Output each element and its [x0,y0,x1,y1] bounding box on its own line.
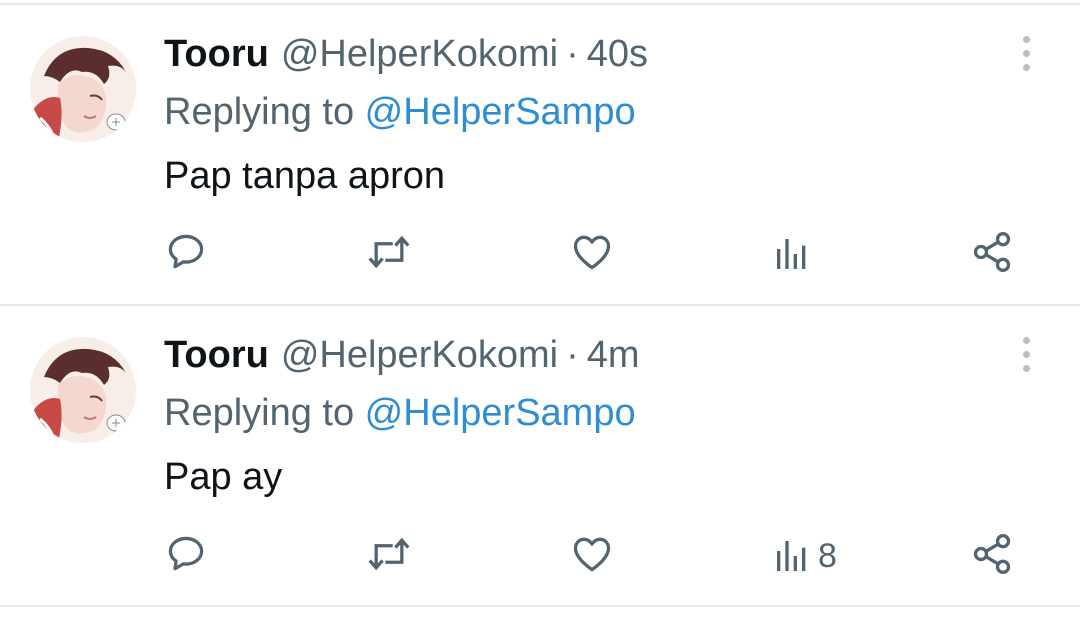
avatar[interactable] [30,337,136,443]
retweet-button[interactable] [364,230,414,274]
display-name[interactable]: Tooru [164,31,269,77]
like-button[interactable] [570,532,614,576]
views-button[interactable] [772,232,818,276]
bottom-divider [0,605,1080,607]
reply-button[interactable] [164,532,208,576]
share-button[interactable] [970,532,1014,576]
vertical-dot [1022,350,1030,358]
replying-to-line: Replying to @HelperSampo [164,89,636,135]
separator-dot: · [566,334,579,376]
speech-bubble-icon [168,234,204,269]
replying-to-mention[interactable]: @HelperSampo [365,91,636,133]
tweet-header: Tooru @HelperKokomi · 4m [164,332,640,378]
tweet-1[interactable]: Tooru @HelperKokomi · 40s Replying to @H… [0,0,1080,300]
views-count: 8 [818,536,837,575]
tweet-2[interactable]: Tooru @HelperKokomi · 4m Replying to @He… [0,302,1080,602]
vertical-dot [1022,364,1030,372]
reply-button[interactable] [164,230,208,274]
views-button[interactable]: 8 [772,534,837,578]
share-nodes-icon [973,232,1011,272]
replying-to-line: Replying to @HelperSampo [164,390,636,436]
replying-prefix: Replying to [164,91,365,133]
user-handle[interactable]: @HelperKokomi [281,31,558,77]
heart-icon [573,537,611,572]
more-options-button[interactable] [1010,334,1042,374]
tweet-header: Tooru @HelperKokomi · 40s [164,31,648,77]
separator-dot: · [566,33,579,75]
user-handle[interactable]: @HelperKokomi [281,332,558,378]
bar-chart-icon [777,541,806,571]
like-button[interactable] [570,230,614,274]
tweet-text: Pap tanpa apron [164,155,446,197]
heart-icon [573,235,611,270]
timestamp[interactable]: 40s [587,31,648,77]
retweet-arrows-icon [368,235,410,269]
vertical-dots-icon [1022,35,1030,43]
vertical-dot [1022,63,1030,71]
more-options-button[interactable] [1010,33,1042,73]
bar-chart-icon [777,239,806,269]
replying-to-mention[interactable]: @HelperSampo [365,392,636,434]
speech-bubble-icon [168,536,204,571]
display-name[interactable]: Tooru [164,332,269,378]
retweet-arrows-icon [368,537,410,571]
vertical-dot [1022,49,1030,57]
retweet-button[interactable] [364,532,414,576]
tweet-text: Pap ay [164,456,283,498]
share-nodes-icon [973,534,1011,574]
share-button[interactable] [970,230,1014,274]
timestamp[interactable]: 4m [587,332,640,378]
replying-prefix: Replying to [164,392,365,434]
vertical-dots-icon [1022,336,1030,344]
avatar[interactable] [30,36,136,142]
